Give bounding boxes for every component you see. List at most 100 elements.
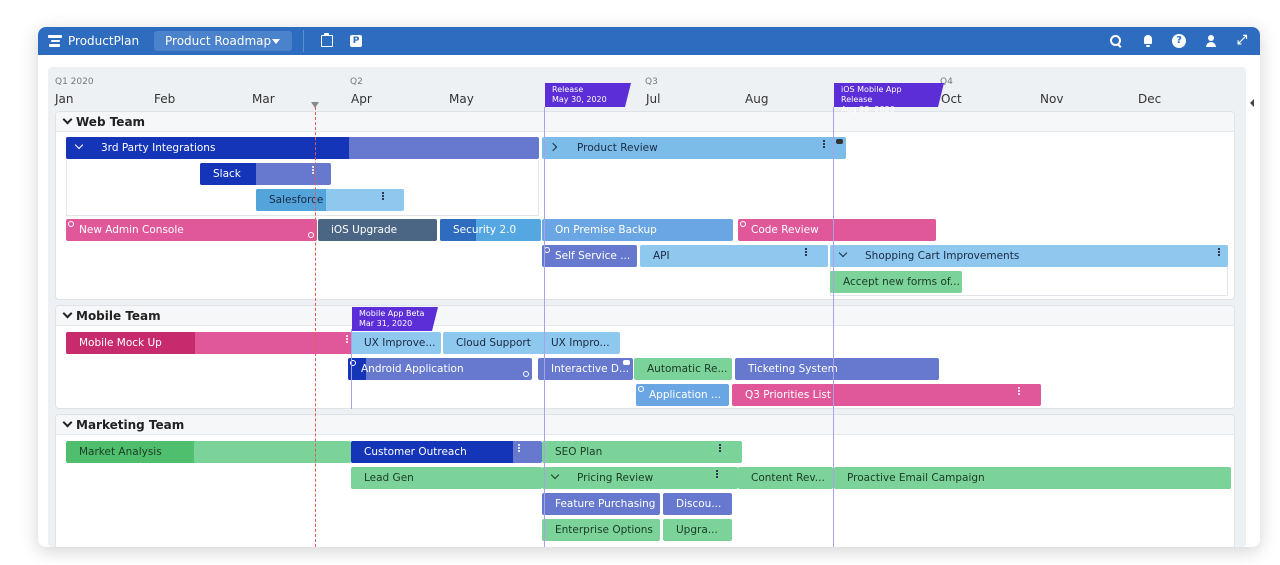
bar-label: Proactive Email Campaign (847, 472, 985, 484)
bar-market-analysis[interactable]: Market Analysis (66, 441, 351, 463)
month-label: May (449, 92, 474, 106)
bar-label: UX Impro... (551, 337, 610, 349)
drag-handle-icon[interactable] (518, 444, 520, 452)
lane-header[interactable]: Web Team (56, 112, 1234, 132)
comment-icon[interactable] (623, 360, 630, 365)
bar-on-premise-backup[interactable]: On Premise Backup (542, 219, 733, 241)
bar-android-application[interactable]: Android Application (348, 358, 532, 380)
dependency-icon[interactable] (308, 232, 314, 238)
bar-label: Application ... (649, 389, 722, 401)
bar-code-review[interactable]: Code Review (738, 219, 936, 241)
roadmap-view-selector[interactable]: Product Roadmap (154, 31, 292, 51)
dependency-icon[interactable] (68, 221, 74, 227)
bar-label: Product Review (577, 142, 658, 154)
bar-security-2-0[interactable]: Security 2.0 (440, 219, 541, 241)
parking-lot-icon[interactable]: P (350, 35, 362, 47)
bar-application[interactable]: Application ... (636, 384, 729, 406)
drag-handle-icon[interactable] (716, 470, 718, 478)
bar-label: Security 2.0 (453, 224, 517, 236)
dependency-icon[interactable] (523, 371, 529, 377)
drag-handle-icon[interactable] (719, 444, 721, 452)
milestone-date: May 30, 2020 (552, 95, 607, 104)
bar-interactive-d[interactable]: Interactive D... (538, 358, 633, 380)
drag-handle-icon[interactable] (823, 140, 825, 148)
month-label: Dec (1138, 92, 1162, 106)
month-label: Nov (1040, 92, 1064, 106)
bell-icon[interactable] (1141, 34, 1155, 48)
chevron-down-icon[interactable] (63, 117, 71, 125)
bar-label: API (653, 250, 670, 262)
milestone-name: Mobile App Beta (359, 309, 425, 318)
bar-new-admin-console[interactable]: New Admin Console (66, 219, 317, 241)
bar-ios-upgrade[interactable]: iOS Upgrade (318, 219, 437, 241)
bar-feature-purchasing[interactable]: Feature Purchasing (542, 493, 660, 515)
bar-content-rev[interactable]: Content Rev... (738, 467, 833, 489)
dependency-icon[interactable] (638, 386, 644, 392)
month-label: Mar (252, 92, 275, 106)
bar-pricing-review[interactable]: Pricing Review (542, 467, 738, 489)
milestone-date: Aug 28, 2020 (841, 105, 895, 114)
milestone-release[interactable]: Release May 30, 2020 (545, 83, 631, 107)
drag-handle-icon[interactable] (1018, 387, 1020, 395)
bar-ticketing-system[interactable]: Ticketing System (735, 358, 939, 380)
milestone-ios-mobile-app-release[interactable]: iOS Mobile App Release Aug 28, 2020 (834, 83, 944, 114)
bar-salesforce[interactable]: Salesforce (256, 189, 404, 211)
bar-ux-improve[interactable]: UX Improve... (351, 332, 441, 354)
bar-label: Mobile Mock Up (79, 337, 162, 349)
chevron-down-icon[interactable] (552, 474, 560, 482)
drag-handle-icon[interactable] (1218, 248, 1220, 256)
drag-handle-icon[interactable] (805, 248, 807, 256)
comment-icon[interactable] (836, 139, 843, 144)
bar-3rd-party-integrations[interactable]: 3rd Party Integrations (66, 137, 539, 159)
roadmap-canvas: Q1 2020 Q2 Q3 Q4 Jan Feb Mar Apr May Jul… (48, 67, 1246, 547)
help-icon[interactable]: ? (1172, 34, 1186, 48)
logo[interactable]: ProductPlan (48, 33, 139, 49)
drag-handle-icon[interactable] (346, 335, 348, 343)
bar-mobile-mock-up[interactable]: Mobile Mock Up (66, 332, 362, 354)
bar-product-review[interactable]: Product Review (542, 137, 846, 159)
bar-proactive-email-campaign[interactable]: Proactive Email Campaign (834, 467, 1231, 489)
drag-handle-icon[interactable] (382, 192, 384, 200)
bar-seo-plan[interactable]: SEO Plan (542, 441, 742, 463)
chevron-down-icon[interactable] (840, 252, 848, 260)
bar-cloud-support[interactable]: Cloud Support (443, 332, 540, 354)
lane-title: Marketing Team (76, 418, 185, 432)
bar-api[interactable]: API (640, 245, 828, 267)
bar-customer-outreach[interactable]: Customer Outreach (351, 441, 542, 463)
bar-label: iOS Upgrade (331, 224, 398, 236)
expand-icon[interactable]: ⤢ (1235, 34, 1249, 48)
drag-handle-icon[interactable] (312, 166, 314, 174)
bar-self-service[interactable]: Self Service ... (542, 245, 637, 267)
chevron-down-icon[interactable] (76, 144, 84, 152)
search-icon[interactable] (1109, 34, 1123, 48)
bar-q3-priorities-list[interactable]: Q3 Priorities List (732, 384, 1041, 406)
bar-ux-impro[interactable]: UX Impro... (538, 332, 620, 354)
bar-lead-gen[interactable]: Lead Gen (351, 467, 542, 489)
bar-shopping-cart-improvements[interactable]: Shopping Cart Improvements (830, 245, 1228, 267)
lane-header[interactable]: Mobile Team (56, 306, 1234, 326)
bar-accept-new-forms[interactable]: Accept new forms of... (830, 271, 962, 293)
clipboard-icon[interactable] (321, 33, 333, 47)
chevron-down-icon[interactable] (63, 420, 71, 428)
bar-upgra[interactable]: Upgra... (663, 519, 732, 541)
top-navigation-bar: ProductPlan Product Roadmap P ? ⤢ (38, 27, 1260, 55)
quarter-label: Q1 2020 (55, 77, 94, 87)
bar-discou[interactable]: Discou... (663, 493, 732, 515)
bar-automatic-re[interactable]: Automatic Re... (634, 358, 732, 380)
lane-header[interactable]: Marketing Team (56, 415, 1234, 435)
collapse-arrow-icon[interactable] (1250, 99, 1254, 107)
roadmap-view-label: Product Roadmap (165, 34, 272, 48)
user-icon[interactable] (1204, 34, 1218, 48)
milestone-line (544, 107, 545, 547)
bar-slack[interactable]: Slack (200, 163, 331, 185)
quarter-label: Q3 (645, 77, 658, 87)
bar-label: Content Rev... (751, 472, 825, 484)
chevron-down-icon[interactable] (63, 311, 71, 319)
milestone-date: Mar 31, 2020 (359, 319, 413, 328)
lane-title: Mobile Team (76, 309, 161, 323)
bar-label: 3rd Party Integrations (101, 142, 216, 154)
bar-enterprise-options[interactable]: Enterprise Options (542, 519, 660, 541)
chevron-right-icon[interactable] (552, 144, 560, 152)
dependency-icon[interactable] (740, 221, 746, 227)
milestone-mobile-app-beta[interactable]: Mobile App Beta Mar 31, 2020 (352, 307, 438, 331)
